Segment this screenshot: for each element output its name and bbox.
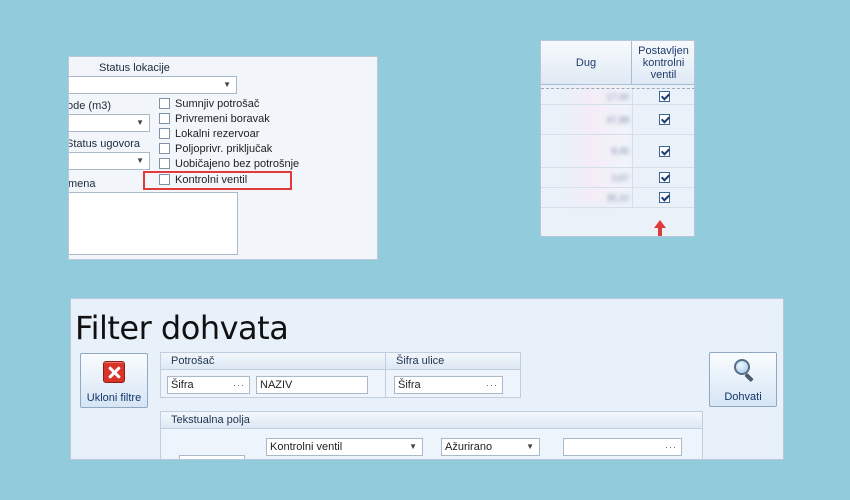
tekst-left-input[interactable] bbox=[179, 455, 245, 459]
kontrolni-ventil-cell[interactable] bbox=[632, 188, 694, 207]
dug-cell: 8,45 bbox=[611, 146, 629, 156]
status-ugovora-dropdown[interactable]: ▼ bbox=[69, 152, 150, 170]
highlight-box bbox=[143, 171, 292, 190]
checkbox-sumnjiv-potrosac[interactable]: Sumnjiv potrošač bbox=[159, 96, 259, 111]
checkbox-checked[interactable] bbox=[658, 91, 670, 102]
potrosac-sifra-input[interactable]: Šifra ··· bbox=[167, 376, 250, 394]
dug-cell: 3,67 bbox=[611, 172, 629, 183]
select-value: Ažurirano bbox=[445, 441, 493, 453]
location-form-panel: Status lokacije ▼ ode (m3) ▼ Status ugov… bbox=[68, 56, 378, 260]
dug-cell: 47,88 bbox=[606, 114, 629, 125]
column-header-label: Postavljen kontrolni ventil bbox=[638, 44, 689, 81]
filter-panel: Filter dohvata Ukloni filtre Potrošač Ši… bbox=[70, 298, 784, 460]
select-value: Kontrolni ventil bbox=[270, 441, 343, 453]
column-header-label: Dug bbox=[575, 56, 597, 69]
kontrolni-ventil-cell[interactable] bbox=[632, 105, 694, 134]
page-title: Filter dohvata bbox=[75, 309, 289, 347]
checkbox-label: Uobičajeno bez potrošnje bbox=[175, 157, 300, 170]
checkbox-label: Sumnjiv potrošač bbox=[175, 97, 260, 110]
operator-select[interactable]: Ažurirano ▼ bbox=[441, 438, 540, 456]
field-select[interactable]: Kontrolni ventil ▼ bbox=[266, 438, 423, 456]
checkbox-label: Privremeni boravak bbox=[175, 112, 270, 125]
checkbox-lokalni-rezervoar[interactable]: Lokalni rezervoar bbox=[159, 126, 259, 141]
arrow-stem bbox=[658, 227, 662, 236]
sifra-ulice-group: Šifra ulice Šifra ··· bbox=[385, 352, 521, 398]
status-ugovora-label: Status ugovora bbox=[68, 138, 140, 150]
value-input[interactable]: ··· bbox=[563, 438, 682, 456]
column-header-dug[interactable]: Dug bbox=[541, 41, 632, 85]
chevron-down-icon: ▼ bbox=[136, 156, 144, 165]
checkbox-label: Poljoprivr. priključak bbox=[175, 142, 273, 155]
checkbox-checked[interactable] bbox=[658, 114, 670, 125]
kontrolni-ventil-cell[interactable] bbox=[632, 135, 694, 167]
checkbox-box[interactable] bbox=[159, 143, 170, 154]
checkbox-poljoprivredni-prikljucak[interactable]: Poljoprivr. priključak bbox=[159, 141, 272, 156]
dug-cell: 17,00 bbox=[606, 91, 629, 102]
checkbox-box[interactable] bbox=[159, 98, 170, 109]
dohvati-button[interactable]: Dohvati bbox=[709, 352, 777, 407]
grid-panel: Dug Postavljen kontrolni ventil 17,00 47… bbox=[540, 40, 695, 237]
button-label: Dohvati bbox=[724, 391, 762, 403]
vode-dropdown[interactable]: ▼ bbox=[69, 114, 150, 132]
status-lokacije-label: Status lokacije bbox=[99, 62, 170, 74]
potrosac-naziv-input[interactable]: NAZIV bbox=[256, 376, 368, 394]
napomena-memo[interactable] bbox=[69, 192, 238, 255]
checkbox-privremeni-boravak[interactable]: Privremeni boravak bbox=[159, 111, 270, 126]
magnifier-icon bbox=[732, 359, 754, 383]
checkbox-box[interactable] bbox=[159, 158, 170, 169]
input-value: Šifra bbox=[398, 379, 421, 391]
ellipsis-icon[interactable]: ··· bbox=[486, 377, 498, 393]
tekstualna-polja-group: Tekstualna polja Kontrolni ventil ▼ Ažur… bbox=[160, 411, 703, 459]
status-lokacije-dropdown[interactable]: ▼ bbox=[69, 76, 237, 94]
checkbox-checked[interactable] bbox=[658, 172, 670, 183]
chevron-down-icon: ▼ bbox=[526, 442, 534, 451]
table-row[interactable]: 17,00 bbox=[541, 88, 694, 105]
table-row[interactable]: 3,67 bbox=[541, 168, 694, 188]
group-title: Šifra ulice bbox=[386, 353, 520, 370]
checkbox-uobicajeno-bez-potrosnje[interactable]: Uobičajeno bez potrošnje bbox=[159, 156, 299, 171]
input-value: NAZIV bbox=[260, 379, 293, 391]
group-title: Tekstualna polja bbox=[161, 412, 702, 429]
input-value: Šifra bbox=[171, 379, 194, 391]
checkbox-box[interactable] bbox=[159, 113, 170, 124]
chevron-down-icon: ▼ bbox=[136, 118, 144, 127]
dug-cell: 35,10 bbox=[606, 192, 629, 203]
checkbox-box[interactable] bbox=[159, 128, 170, 139]
ellipsis-icon[interactable]: ··· bbox=[665, 439, 677, 455]
ellipsis-icon[interactable]: ··· bbox=[233, 377, 245, 393]
column-header-kontrolni-ventil[interactable]: Postavljen kontrolni ventil bbox=[632, 41, 694, 85]
checkbox-checked[interactable] bbox=[658, 145, 670, 157]
vode-label: ode (m3) bbox=[68, 100, 112, 112]
ukloni-filtre-button[interactable]: Ukloni filtre bbox=[80, 353, 148, 408]
chevron-down-icon: ▼ bbox=[409, 442, 417, 451]
table-row[interactable]: 35,10 bbox=[541, 188, 694, 208]
kontrolni-ventil-cell[interactable] bbox=[632, 89, 694, 104]
checkbox-checked[interactable] bbox=[658, 192, 670, 203]
chevron-down-icon: ▼ bbox=[223, 80, 231, 89]
table-row[interactable]: 47,88 bbox=[541, 105, 694, 135]
kontrolni-ventil-cell[interactable] bbox=[632, 168, 694, 187]
table-row[interactable]: 8,45 bbox=[541, 135, 694, 168]
button-label: Ukloni filtre bbox=[86, 392, 142, 404]
checkbox-label: Lokalni rezervoar bbox=[175, 127, 260, 140]
ulice-sifra-input[interactable]: Šifra ··· bbox=[394, 376, 503, 394]
napomena-label: mena bbox=[68, 178, 96, 190]
close-icon bbox=[103, 361, 125, 383]
